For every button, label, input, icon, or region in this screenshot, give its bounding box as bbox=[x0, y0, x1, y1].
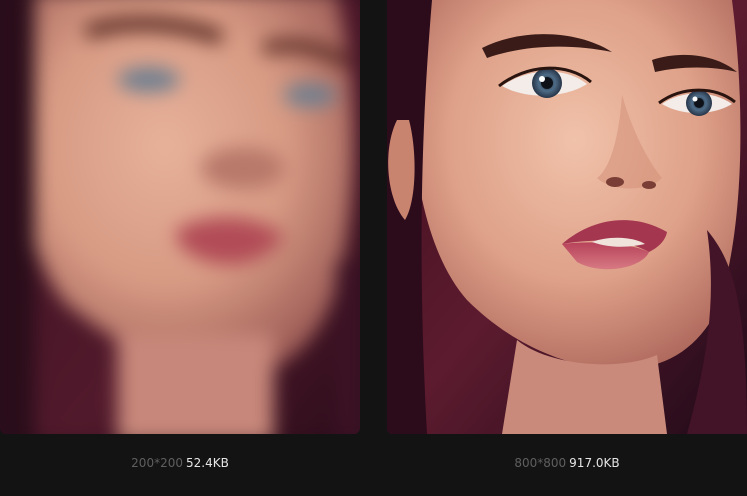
enhanced-image-info: 800*800 917.0KB bbox=[387, 455, 747, 471]
original-image-info: 200*200 52.4KB bbox=[0, 455, 360, 471]
enhanced-image-panel[interactable] bbox=[387, 0, 747, 434]
enhanced-file-size: 917.0KB bbox=[569, 456, 620, 470]
enhanced-dimensions: 800*800 bbox=[514, 456, 567, 470]
original-image-panel[interactable] bbox=[0, 0, 360, 434]
enhanced-portrait-image bbox=[387, 0, 747, 434]
image-comparison-view: 200*200 52.4KB 800*800 917.0KB bbox=[0, 0, 747, 496]
original-dimensions: 200*200 bbox=[131, 456, 183, 470]
original-file-size: 52.4KB bbox=[185, 456, 229, 470]
original-portrait-image bbox=[0, 0, 360, 434]
